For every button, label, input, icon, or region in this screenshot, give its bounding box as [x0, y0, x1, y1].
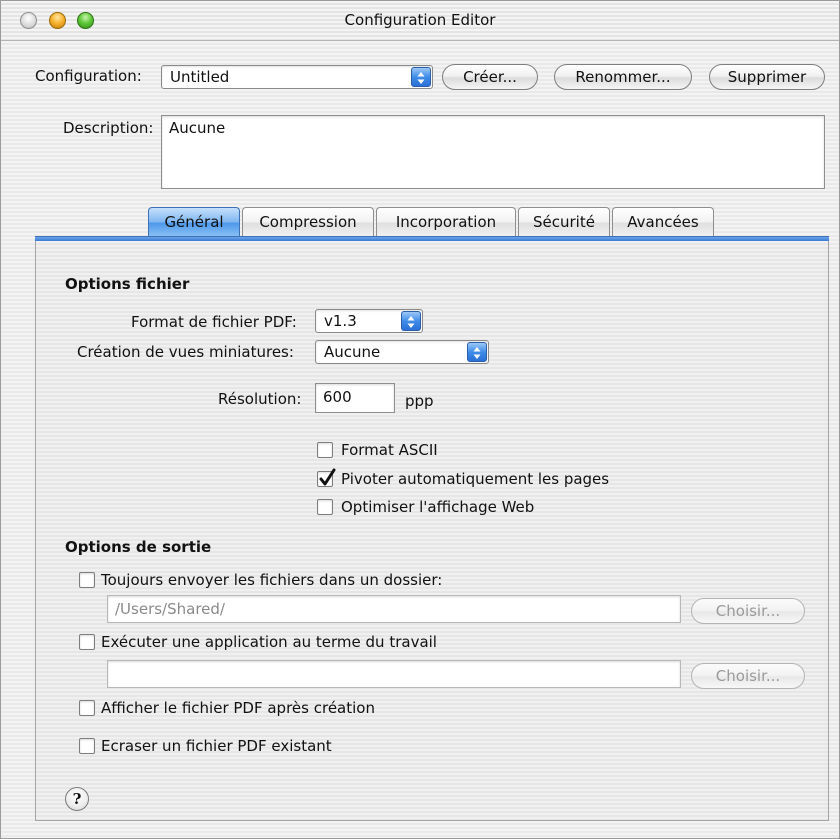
checkmark-icon: [319, 468, 336, 486]
configuration-popup[interactable]: Untitled: [161, 65, 433, 89]
help-button[interactable]: ?: [65, 787, 89, 811]
ascii-label: Format ASCII: [341, 441, 438, 459]
configuration-editor-window: Configuration Editor Configuration: Unti…: [0, 0, 840, 839]
pdf-format-popup[interactable]: v1.3: [315, 309, 423, 333]
resolution-label: Résolution:: [218, 390, 302, 408]
tab-compression[interactable]: Compression: [242, 207, 374, 237]
resolution-unit: ppp: [405, 392, 434, 410]
choose-app-button[interactable]: Choisir...: [691, 663, 805, 689]
description-field[interactable]: Aucune: [161, 115, 825, 189]
pdf-format-label: Format de fichier PDF:: [131, 313, 297, 331]
thumbnails-label: Création de vues miniatures:: [77, 343, 294, 361]
configuration-value: Untitled: [170, 68, 230, 86]
window-title: Configuration Editor: [344, 11, 496, 29]
optimize-web-checkbox[interactable]: [317, 499, 333, 515]
resolution-field[interactable]: 600: [315, 383, 395, 413]
file-options-heading: Options fichier: [65, 275, 190, 293]
overwrite-checkbox[interactable]: [79, 738, 95, 754]
thumbnails-value: Aucune: [324, 343, 381, 361]
folder-checkbox[interactable]: [79, 572, 95, 588]
tab-security[interactable]: Sécurité: [518, 207, 610, 237]
folder-path-field[interactable]: /Users/Shared/: [107, 595, 681, 623]
title-bar[interactable]: Configuration Editor: [1, 1, 839, 41]
app-path-field[interactable]: [107, 660, 681, 688]
popup-arrows-icon: [467, 342, 487, 362]
overwrite-label: Ecraser un fichier PDF existant: [101, 737, 332, 755]
delete-button[interactable]: Supprimer: [709, 64, 825, 90]
optimize-web-label: Optimiser l'affichage Web: [341, 498, 535, 516]
show-pdf-label: Afficher le fichier PDF après création: [101, 699, 375, 717]
folder-label: Toujours envoyer les fichiers dans un do…: [101, 571, 443, 589]
run-app-checkbox[interactable]: [79, 634, 95, 650]
popup-arrows-icon: [401, 311, 421, 331]
show-pdf-checkbox[interactable]: [79, 700, 95, 716]
create-button[interactable]: Créer...: [442, 64, 538, 90]
description-label: Description:: [63, 119, 154, 137]
run-app-label: Exécuter une application au terme du tra…: [101, 633, 437, 651]
rename-button[interactable]: Renommer...: [554, 64, 692, 90]
thumbnails-popup[interactable]: Aucune: [315, 340, 489, 364]
configuration-label: Configuration:: [35, 67, 142, 85]
rotate-pages-label: Pivoter automatiquement les pages: [341, 470, 610, 488]
popup-arrows-icon: [411, 67, 431, 87]
choose-folder-button[interactable]: Choisir...: [691, 598, 805, 624]
output-options-heading: Options de sortie: [65, 538, 212, 556]
ascii-checkbox[interactable]: [317, 442, 333, 458]
tab-advanced[interactable]: Avancées: [612, 207, 714, 237]
rotate-pages-checkbox[interactable]: [317, 468, 336, 487]
tab-general[interactable]: Général: [148, 207, 240, 237]
tab-incorporation[interactable]: Incorporation: [376, 207, 516, 237]
pdf-format-value: v1.3: [324, 312, 357, 330]
